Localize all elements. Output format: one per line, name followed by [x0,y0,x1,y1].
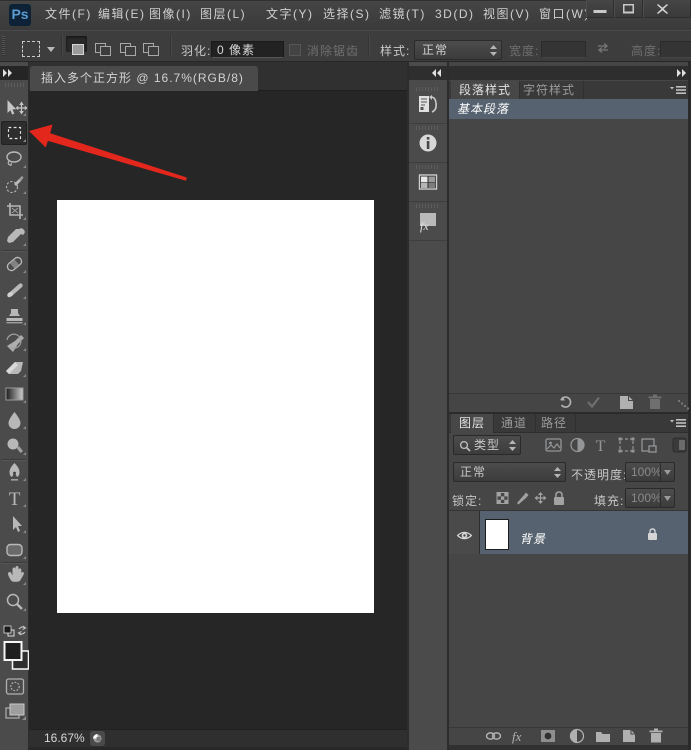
svg-text:T: T [9,489,21,510]
svg-text:fx: fx [512,729,522,744]
svg-text:fx: fx [420,219,429,233]
svg-text:T: T [596,438,606,455]
